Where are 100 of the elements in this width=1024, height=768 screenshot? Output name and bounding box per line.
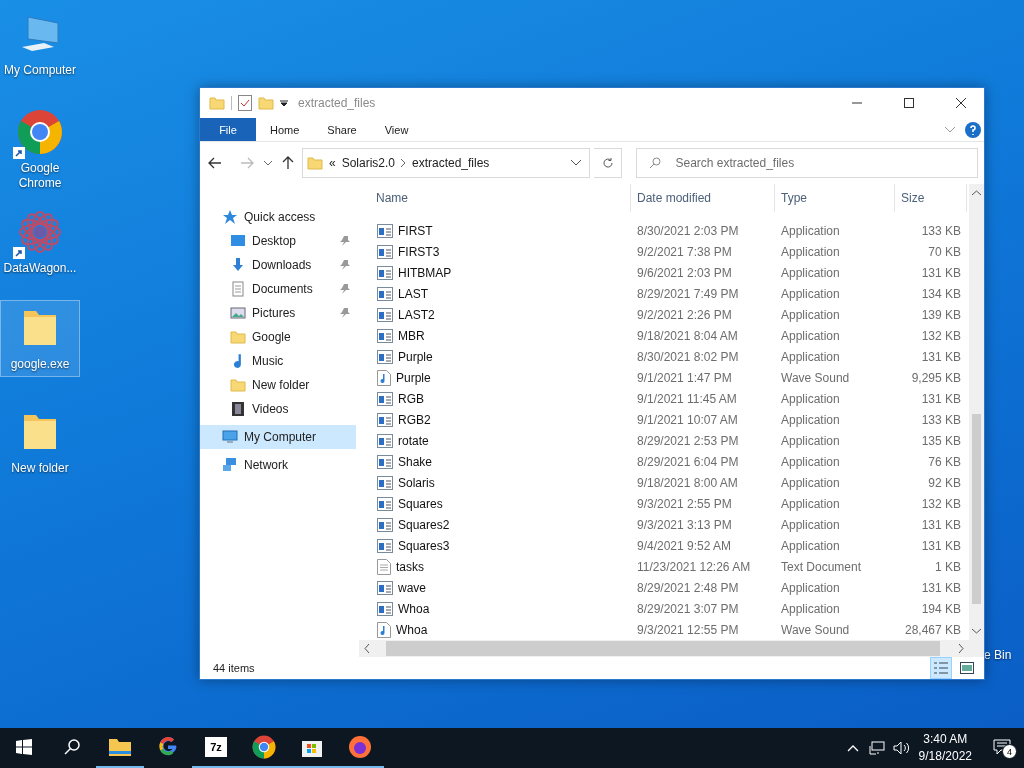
sidebar-item[interactable]: Network [200,453,356,477]
desktop-icon[interactable]: New folder [0,404,80,481]
sidebar-item[interactable]: Pictures [200,301,356,325]
chevron-right-icon[interactable] [958,644,964,653]
size-cell-text: 132 KB [920,496,962,511]
speaker-icon[interactable] [892,741,911,755]
type-cell-text: Application [780,433,841,448]
ribbon-tab[interactable]: Share [313,118,371,141]
column-header[interactable]: Type [775,184,895,212]
sidebar-item[interactable]: My Computer [200,425,356,449]
date-cell-text: 9/4/2021 9:52 AM [636,538,733,553]
file-row[interactable]: Whoa 8/29/2021 3:07 PM Application 194 KB [370,598,969,620]
date-cell-text: 9/3/2021 3:13 PM [636,517,733,532]
sidebar-item[interactable]: Quick access [200,205,356,229]
chevron-left-icon[interactable] [364,644,370,653]
dropdown-icon[interactable] [280,99,288,107]
file-row[interactable]: Shake 8/29/2021 6:04 PM Application 76 KB [370,451,969,473]
chrome-logo-icon [252,735,276,759]
overflow-chevron[interactable]: « [328,156,336,170]
file-row[interactable]: RGB2 9/1/2021 10:07 AM Application 133 KB [370,409,969,431]
size-cell-text: 9,295 KB [910,371,962,386]
desktop-icon-label[interactable]: e Bin [984,648,1012,663]
vertical-scrollbar[interactable] [969,184,984,640]
file-name: Whoa [396,622,428,637]
taskbar-app[interactable]: 7z [192,728,240,768]
breadcrumb[interactable]: extracted_files [412,156,490,170]
mandala-icon [17,209,63,255]
ribbon-tab[interactable]: View [370,118,423,141]
desktop-icon[interactable]: DataWagon... [0,204,80,281]
application-icon [377,224,393,239]
desktop-icon [230,233,246,249]
column-header[interactable]: Size [895,184,967,212]
file-row[interactable]: wave 8/29/2021 2:48 PM Application 131 KB [370,577,969,599]
file-tab[interactable]: File [200,118,256,141]
application-icon [377,329,393,344]
file-row[interactable]: Whoa 9/3/2021 12:55 PM Wave Sound 28,467 KB [370,619,969,640]
help-icon[interactable] [965,121,981,138]
date-cell-text: 8/29/2021 2:53 PM [636,433,740,448]
sidebar-item[interactable]: Music [200,349,356,373]
chevron-down-icon[interactable] [570,160,581,166]
file-row[interactable]: Squares 9/3/2021 2:55 PM Application 132 KB [370,493,969,515]
file-row[interactable]: FIRST3 9/2/2021 7:38 PM Application 70 KB [370,241,969,263]
sidebar-item[interactable]: Documents [200,277,356,301]
notification-button[interactable]: 4 [980,728,1024,768]
pin-icon [340,236,350,246]
address-bar[interactable]: « Solaris2.0 extracted_files [301,148,590,178]
file-row[interactable]: Solaris 9/18/2021 8:00 AM Application 92 KB [370,472,969,494]
chevron-down-icon[interactable] [972,628,981,634]
type-cell-text: Wave Sound [780,371,851,386]
file-row[interactable]: Squares3 9/4/2021 9:52 AM Application 131 KB [370,535,969,557]
date-cell-text: 9/1/2021 10:07 AM [636,412,739,427]
properties-icon[interactable] [238,95,252,111]
size-cell-text: 133 KB [920,412,962,427]
sidebar-item[interactable]: New folder [200,373,356,397]
horizontal-scrollbar[interactable] [359,640,984,657]
network-icon[interactable] [868,741,885,755]
file-row[interactable]: Purple 9/1/2021 1:47 PM Wave Sound 9,295 KB [370,367,969,389]
search-field[interactable]: Search extracted_files [636,148,978,178]
clock-date: 9/18/2022 [918,748,972,765]
refresh-icon [601,157,614,169]
file-row[interactable]: FIRST 8/30/2021 2:03 PM Application 133 KB [370,220,969,242]
type-cell-text: Application [780,287,841,302]
desktop-icon[interactable]: Google Chrome [0,104,80,196]
ribbon-tab[interactable]: Home [256,118,314,141]
chevron-down-icon[interactable] [263,160,272,166]
close-icon [956,98,966,108]
sidebar-item[interactable]: Desktop [200,229,356,253]
file-row[interactable]: LAST2 9/2/2021 2:26 PM Application 139 KB [370,304,969,326]
sidebar-item[interactable]: Google [200,325,356,349]
file-row[interactable]: tasks 11/23/2021 12:26 AM Text Document 1 KB [370,556,969,578]
size-cell-text: 133 KB [920,224,962,239]
file-row[interactable]: HITBMAP 9/6/2021 2:03 PM Application 131 KB [370,262,969,284]
type-cell-text: Application [780,350,841,365]
file-name: RGB2 [398,412,431,427]
type-cell-text: Application [780,580,841,595]
size-cell-text: 131 KB [920,266,962,281]
file-row[interactable]: Purple 8/30/2021 8:02 PM Application 131 KB [370,346,969,368]
file-name: FIRST3 [398,245,440,260]
application-icon [377,538,393,553]
size-cell-text: 131 KB [920,517,962,532]
up-arrow-icon[interactable] [281,156,294,170]
file-row[interactable]: rotate 8/29/2021 2:53 PM Application 135 KB [370,430,969,452]
date-cell-text: 9/1/2021 1:47 PM [636,371,733,386]
date-cell-text: 8/30/2021 2:03 PM [636,224,740,239]
file-row[interactable]: MBR 9/18/2021 8:04 AM Application 132 KB [370,325,969,347]
file-name: LAST [398,287,428,302]
sidebar-item[interactable]: Downloads [200,253,356,277]
file-row[interactable]: Squares2 9/3/2021 3:13 PM Application 131 KB [370,514,969,536]
column-header[interactable]: Name [370,184,631,212]
clock[interactable]: 3:40 AM 9/18/2022 [910,731,980,765]
type-cell-text: Text Document [780,559,863,574]
desktop-icon[interactable]: My Computer [0,8,80,83]
file-row[interactable]: LAST 8/29/2021 7:49 PM Application 134 KB [370,283,969,305]
item-count: 44 items [213,662,256,674]
file-row[interactable]: RGB 9/1/2021 11:45 AM Application 131 KB [370,388,969,410]
breadcrumb[interactable]: Solaris2.0 [341,156,395,170]
details-list-icon [934,662,948,674]
back-arrow-icon[interactable] [208,157,222,169]
sidebar-item[interactable]: Videos [200,397,356,421]
column-header[interactable]: Date modified [631,184,775,212]
